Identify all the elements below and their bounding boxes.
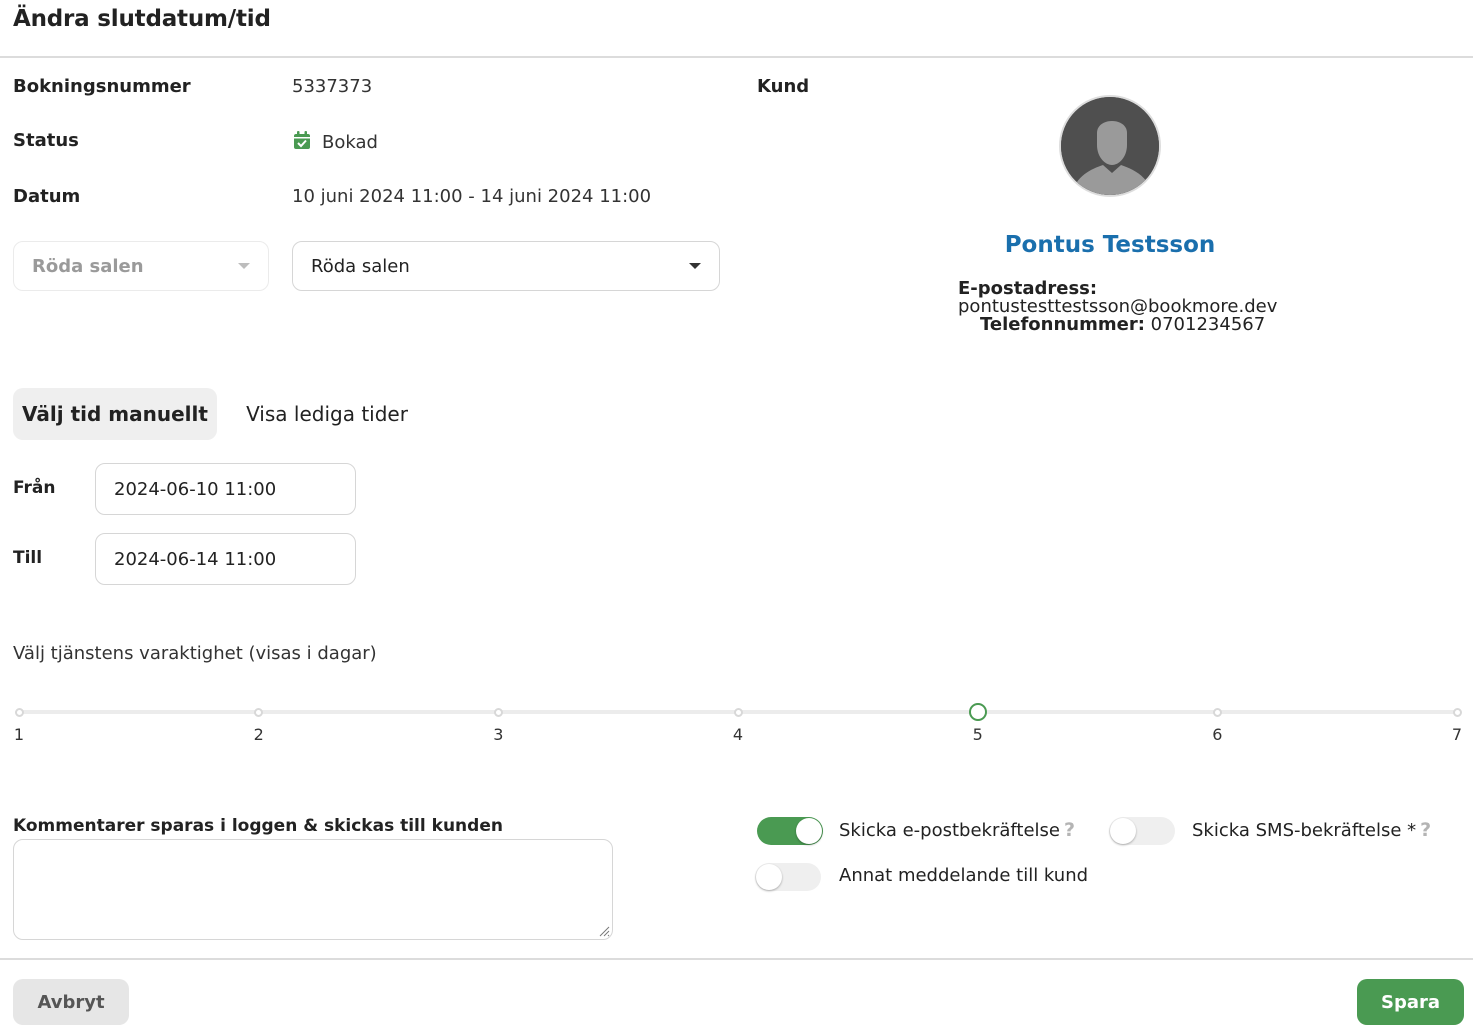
- sms-confirm-option: Skicka SMS-bekräftelse * ?: [1192, 819, 1431, 841]
- duration-tick-label: 4: [732, 725, 744, 744]
- footer-divider: [0, 958, 1473, 960]
- resource-select-disabled-value: Röda salen: [32, 255, 144, 277]
- duration-tick-label: 7: [1451, 725, 1463, 744]
- user-silhouette-icon: [1061, 97, 1159, 195]
- help-icon[interactable]: ?: [1064, 819, 1075, 841]
- customer-contact-info: E-postadress: pontustesttestsson@bookmor…: [958, 280, 1277, 334]
- to-label: Till: [13, 548, 43, 568]
- status-value: Bokad: [292, 130, 378, 154]
- duration-tick-label: 2: [253, 725, 264, 744]
- duration-slider-tick: [14, 707, 24, 717]
- customer-name-link[interactable]: Pontus Testsson: [960, 232, 1260, 258]
- save-button[interactable]: Spara: [1357, 979, 1464, 1025]
- toggle-knob: [1110, 818, 1136, 844]
- duration-slider-tick: [1212, 707, 1222, 717]
- email-confirm-label: Skicka e-postbekräftelse: [839, 819, 1061, 841]
- other-message-option: Annat meddelande till kund: [839, 865, 1088, 886]
- dialog-title: Ändra slutdatum/tid: [13, 6, 271, 32]
- comments-label: Kommentarer sparas i loggen & skickas ti…: [13, 816, 503, 836]
- duration-tick-label: 5: [972, 725, 983, 744]
- toggle-knob: [756, 864, 782, 890]
- header-divider: [0, 56, 1473, 58]
- calendar-check-icon: [292, 130, 312, 154]
- from-label: Från: [13, 478, 56, 498]
- customer-label: Kund: [757, 76, 810, 97]
- duration-slider-tick: [733, 707, 743, 717]
- resize-handle-icon[interactable]: [598, 925, 610, 937]
- duration-tick-label: 1: [13, 725, 25, 744]
- avatar: [1059, 95, 1161, 197]
- cancel-button[interactable]: Avbryt: [13, 979, 129, 1025]
- duration-slider-handle[interactable]: [968, 703, 987, 721]
- booking-number-value: 5337373: [292, 76, 373, 97]
- status-text: Bokad: [322, 131, 378, 153]
- tab-available-times[interactable]: Visa lediga tider: [236, 388, 418, 440]
- comments-textarea[interactable]: [13, 839, 613, 940]
- resource-select-value: Röda salen: [311, 255, 410, 277]
- toggle-knob: [796, 818, 822, 844]
- duration-slider-tick: [254, 707, 264, 717]
- date-label: Datum: [13, 186, 81, 207]
- chevron-down-icon: [689, 263, 701, 269]
- duration-tick-label: 6: [1212, 725, 1223, 744]
- from-input[interactable]: 2024-06-10 11:00: [95, 463, 356, 515]
- status-label: Status: [13, 130, 79, 151]
- resource-select-disabled: Röda salen: [13, 241, 269, 291]
- tab-manual-time[interactable]: Välj tid manuellt: [13, 388, 217, 440]
- duration-slider-tick: [1452, 707, 1462, 717]
- resource-select[interactable]: Röda salen: [292, 241, 720, 291]
- duration-slider-tick: [493, 707, 503, 717]
- to-input[interactable]: 2024-06-14 11:00: [95, 533, 356, 585]
- phone-value: 0701234567: [1150, 314, 1266, 335]
- other-message-toggle[interactable]: [755, 863, 821, 891]
- chevron-down-icon: [238, 263, 250, 269]
- other-message-label: Annat meddelande till kund: [839, 865, 1089, 886]
- help-icon[interactable]: ?: [1420, 819, 1431, 841]
- sms-confirm-label: Skicka SMS-bekräftelse *: [1192, 819, 1417, 841]
- booking-number-label: Bokningsnummer: [13, 76, 191, 97]
- date-value: 10 juni 2024 11:00 - 14 juni 2024 11:00: [292, 186, 652, 207]
- email-confirm-toggle[interactable]: [757, 817, 823, 845]
- phone-label: Telefonnummer:: [980, 314, 1145, 335]
- duration-label: Välj tjänstens varaktighet (visas i daga…: [13, 643, 377, 664]
- email-confirm-option: Skicka e-postbekräftelse ?: [839, 819, 1075, 841]
- duration-tick-label: 3: [493, 725, 504, 744]
- sms-confirm-toggle[interactable]: [1109, 817, 1175, 845]
